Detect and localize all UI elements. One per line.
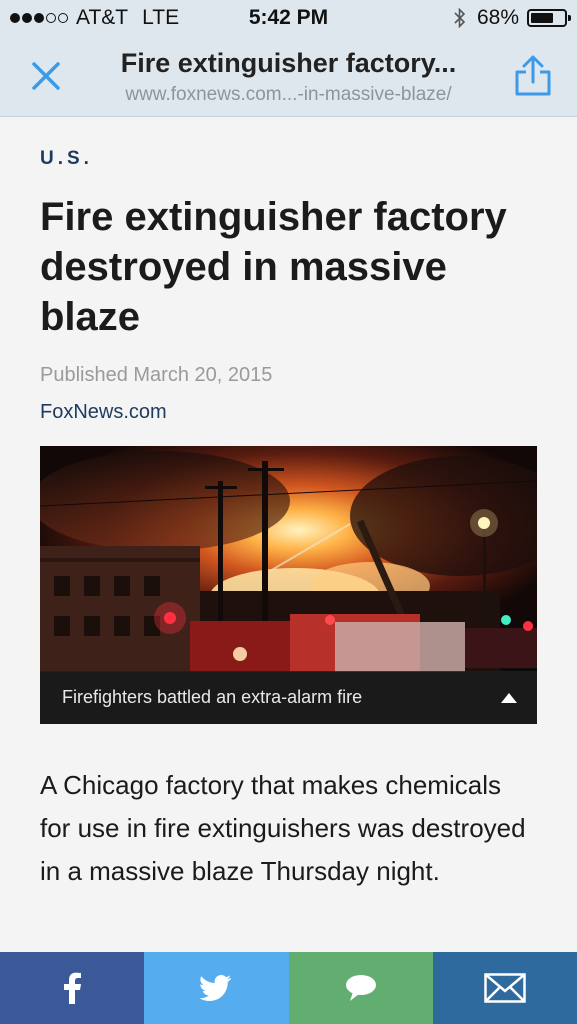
article: U.S. Fire extinguisher factory destroyed… (40, 116, 537, 893)
section-label[interactable]: U.S. (40, 148, 537, 170)
caret-up-icon[interactable] (501, 693, 517, 703)
comment-button[interactable] (288, 952, 433, 1024)
source-link[interactable]: FoxNews.com (40, 401, 537, 424)
published-date: Published March 20, 2015 (40, 364, 273, 386)
article-body: A Chicago factory that makes chemicals f… (40, 770, 526, 886)
photo-caption: Firefighters battled an extra-alarm fire (62, 687, 363, 707)
bluetooth-icon (454, 7, 466, 29)
photo-caption-bar: Firefighters battled an extra-alarm fire (40, 671, 537, 724)
status-right: 68% (453, 6, 571, 30)
email-share-button[interactable] (432, 952, 577, 1024)
facebook-icon (64, 972, 82, 1004)
headline: Fire extinguisher factory destroyed in m… (40, 195, 507, 339)
article-photo[interactable]: Firefighters battled an extra-alarm fire (40, 446, 537, 724)
page-url[interactable]: www.foxnews.com...-in-massive-blaze/ (80, 84, 497, 106)
share-icon[interactable] (513, 52, 553, 98)
twitter-share-button[interactable] (144, 952, 289, 1024)
facebook-share-button[interactable] (0, 952, 145, 1024)
battery-icon (527, 9, 571, 27)
close-icon[interactable] (26, 56, 66, 96)
status-bar: AT&T LTE 5:42 PM 68% (0, 0, 577, 36)
browser-nav-bar: Fire extinguisher factory... www.foxnews… (0, 36, 577, 117)
battery-percent: 68% (476, 6, 519, 29)
share-bar (0, 952, 577, 1024)
comment-icon (345, 975, 376, 1001)
email-icon (484, 973, 526, 1003)
twitter-icon (200, 975, 232, 1001)
page-title: Fire extinguisher factory... (120, 48, 457, 78)
